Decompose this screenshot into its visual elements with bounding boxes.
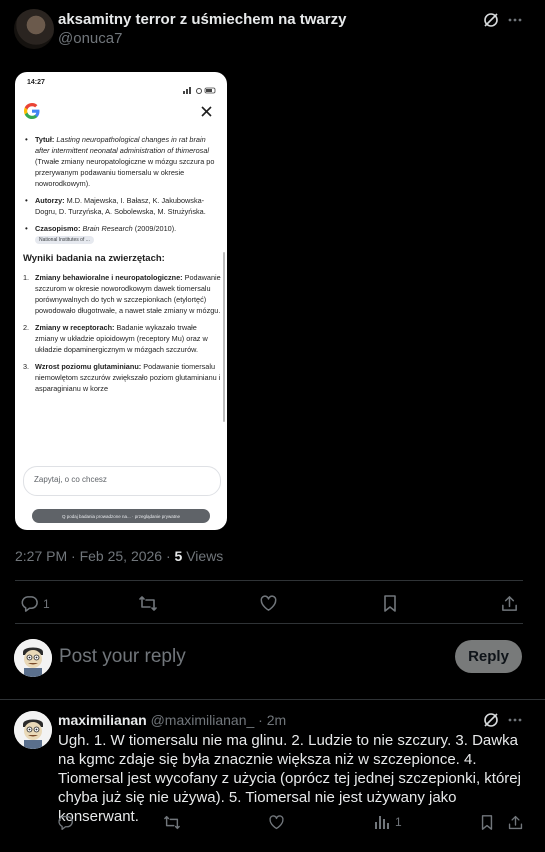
bookmark-icon[interactable] bbox=[381, 594, 399, 613]
bottom-search-pill[interactable]: Q podaj badania prowadzone na... · przeg… bbox=[32, 509, 210, 523]
divider bbox=[15, 623, 523, 624]
attached-screenshot[interactable]: 14:27 Tytuł: Lasting neuropathological c… bbox=[15, 72, 227, 530]
post-timestamp[interactable]: 2:27 PM · Feb 25, 2026 · bbox=[15, 548, 175, 564]
status-time: 14:27 bbox=[27, 79, 45, 86]
results-list: 1. Zmiany behawioralne i neuropatologiczn… bbox=[23, 272, 221, 394]
result-item: 2. Zmiany w receptorach: Badanie wykazało… bbox=[23, 323, 208, 354]
views-action[interactable]: 1 bbox=[374, 814, 402, 830]
post-meta: 2:27 PM · Feb 25, 2026 · 5 Views bbox=[15, 548, 223, 564]
section-title: Wyniki badania na zwierzętach: bbox=[23, 253, 165, 264]
reply-icon[interactable] bbox=[57, 814, 74, 831]
views-icon bbox=[374, 814, 390, 830]
retweet-icon[interactable] bbox=[138, 594, 158, 613]
more-icon[interactable] bbox=[506, 711, 524, 729]
divider bbox=[15, 580, 523, 581]
google-logo bbox=[23, 102, 41, 120]
reply-action[interactable]: 1 bbox=[20, 594, 50, 613]
grok-icon[interactable] bbox=[482, 11, 500, 29]
like-icon[interactable] bbox=[268, 814, 285, 831]
detail-item: Autorzy: M.D. Majewska, I. Bałasz, K. Ja… bbox=[23, 195, 221, 217]
reply-author-handle[interactable]: @maximilianan_ bbox=[151, 712, 255, 728]
reply-icon bbox=[20, 594, 39, 613]
status-icons bbox=[183, 81, 217, 99]
reply-input[interactable]: Post your reply bbox=[59, 646, 186, 668]
detail-item: Czasopismo: Brain Research (2009/2010). … bbox=[23, 223, 221, 245]
like-icon[interactable] bbox=[259, 594, 278, 613]
more-icon[interactable] bbox=[506, 11, 524, 29]
reply-author-avatar[interactable] bbox=[14, 711, 52, 749]
views-label: Views bbox=[182, 548, 224, 564]
divider bbox=[0, 699, 545, 700]
my-avatar[interactable] bbox=[14, 639, 52, 677]
reply-views-count: 1 bbox=[395, 815, 402, 829]
reply-count: 1 bbox=[43, 596, 50, 611]
author-handle[interactable]: @onuca7 bbox=[58, 30, 122, 47]
reply-body: Ugh. 1. W tiomersalu nie ma glinu. 2. Lu… bbox=[58, 732, 521, 825]
author-avatar[interactable] bbox=[14, 9, 54, 49]
ask-input[interactable]: Zapytaj, o co chcesz bbox=[23, 466, 221, 496]
result-item: 1. Zmiany behawioralne i neuropatologiczn… bbox=[23, 273, 221, 315]
bookmark-icon[interactable] bbox=[479, 814, 495, 831]
reply-time[interactable]: · 2m bbox=[254, 712, 286, 728]
result-item: 3. Wzrost poziomu glutaminianu: Podawanie… bbox=[23, 362, 221, 393]
scrollbar[interactable] bbox=[223, 252, 225, 422]
author-name[interactable]: aksamitny terror z uśmiechem na twarzy bbox=[58, 11, 346, 28]
detail-item: Tytuł: Lasting neuropathological changes… bbox=[23, 134, 221, 189]
close-icon[interactable] bbox=[201, 106, 212, 117]
ask-placeholder: Zapytaj, o co chcesz bbox=[34, 475, 107, 484]
share-icon[interactable] bbox=[507, 814, 524, 831]
source-chip[interactable]: National Institutes of ... bbox=[35, 236, 94, 245]
share-icon[interactable] bbox=[500, 594, 519, 613]
screenshot-content: Tytuł: Lasting neuropathological changes… bbox=[23, 134, 221, 400]
retweet-icon[interactable] bbox=[163, 814, 181, 831]
reply-header: maximilianan @maximilianan_ · 2m bbox=[58, 712, 286, 728]
grok-icon[interactable] bbox=[482, 711, 500, 729]
reply-button[interactable]: Reply bbox=[455, 640, 522, 673]
paper-details: Tytuł: Lasting neuropathological changes… bbox=[23, 134, 221, 245]
reply-author-name[interactable]: maximilianan bbox=[58, 712, 147, 728]
